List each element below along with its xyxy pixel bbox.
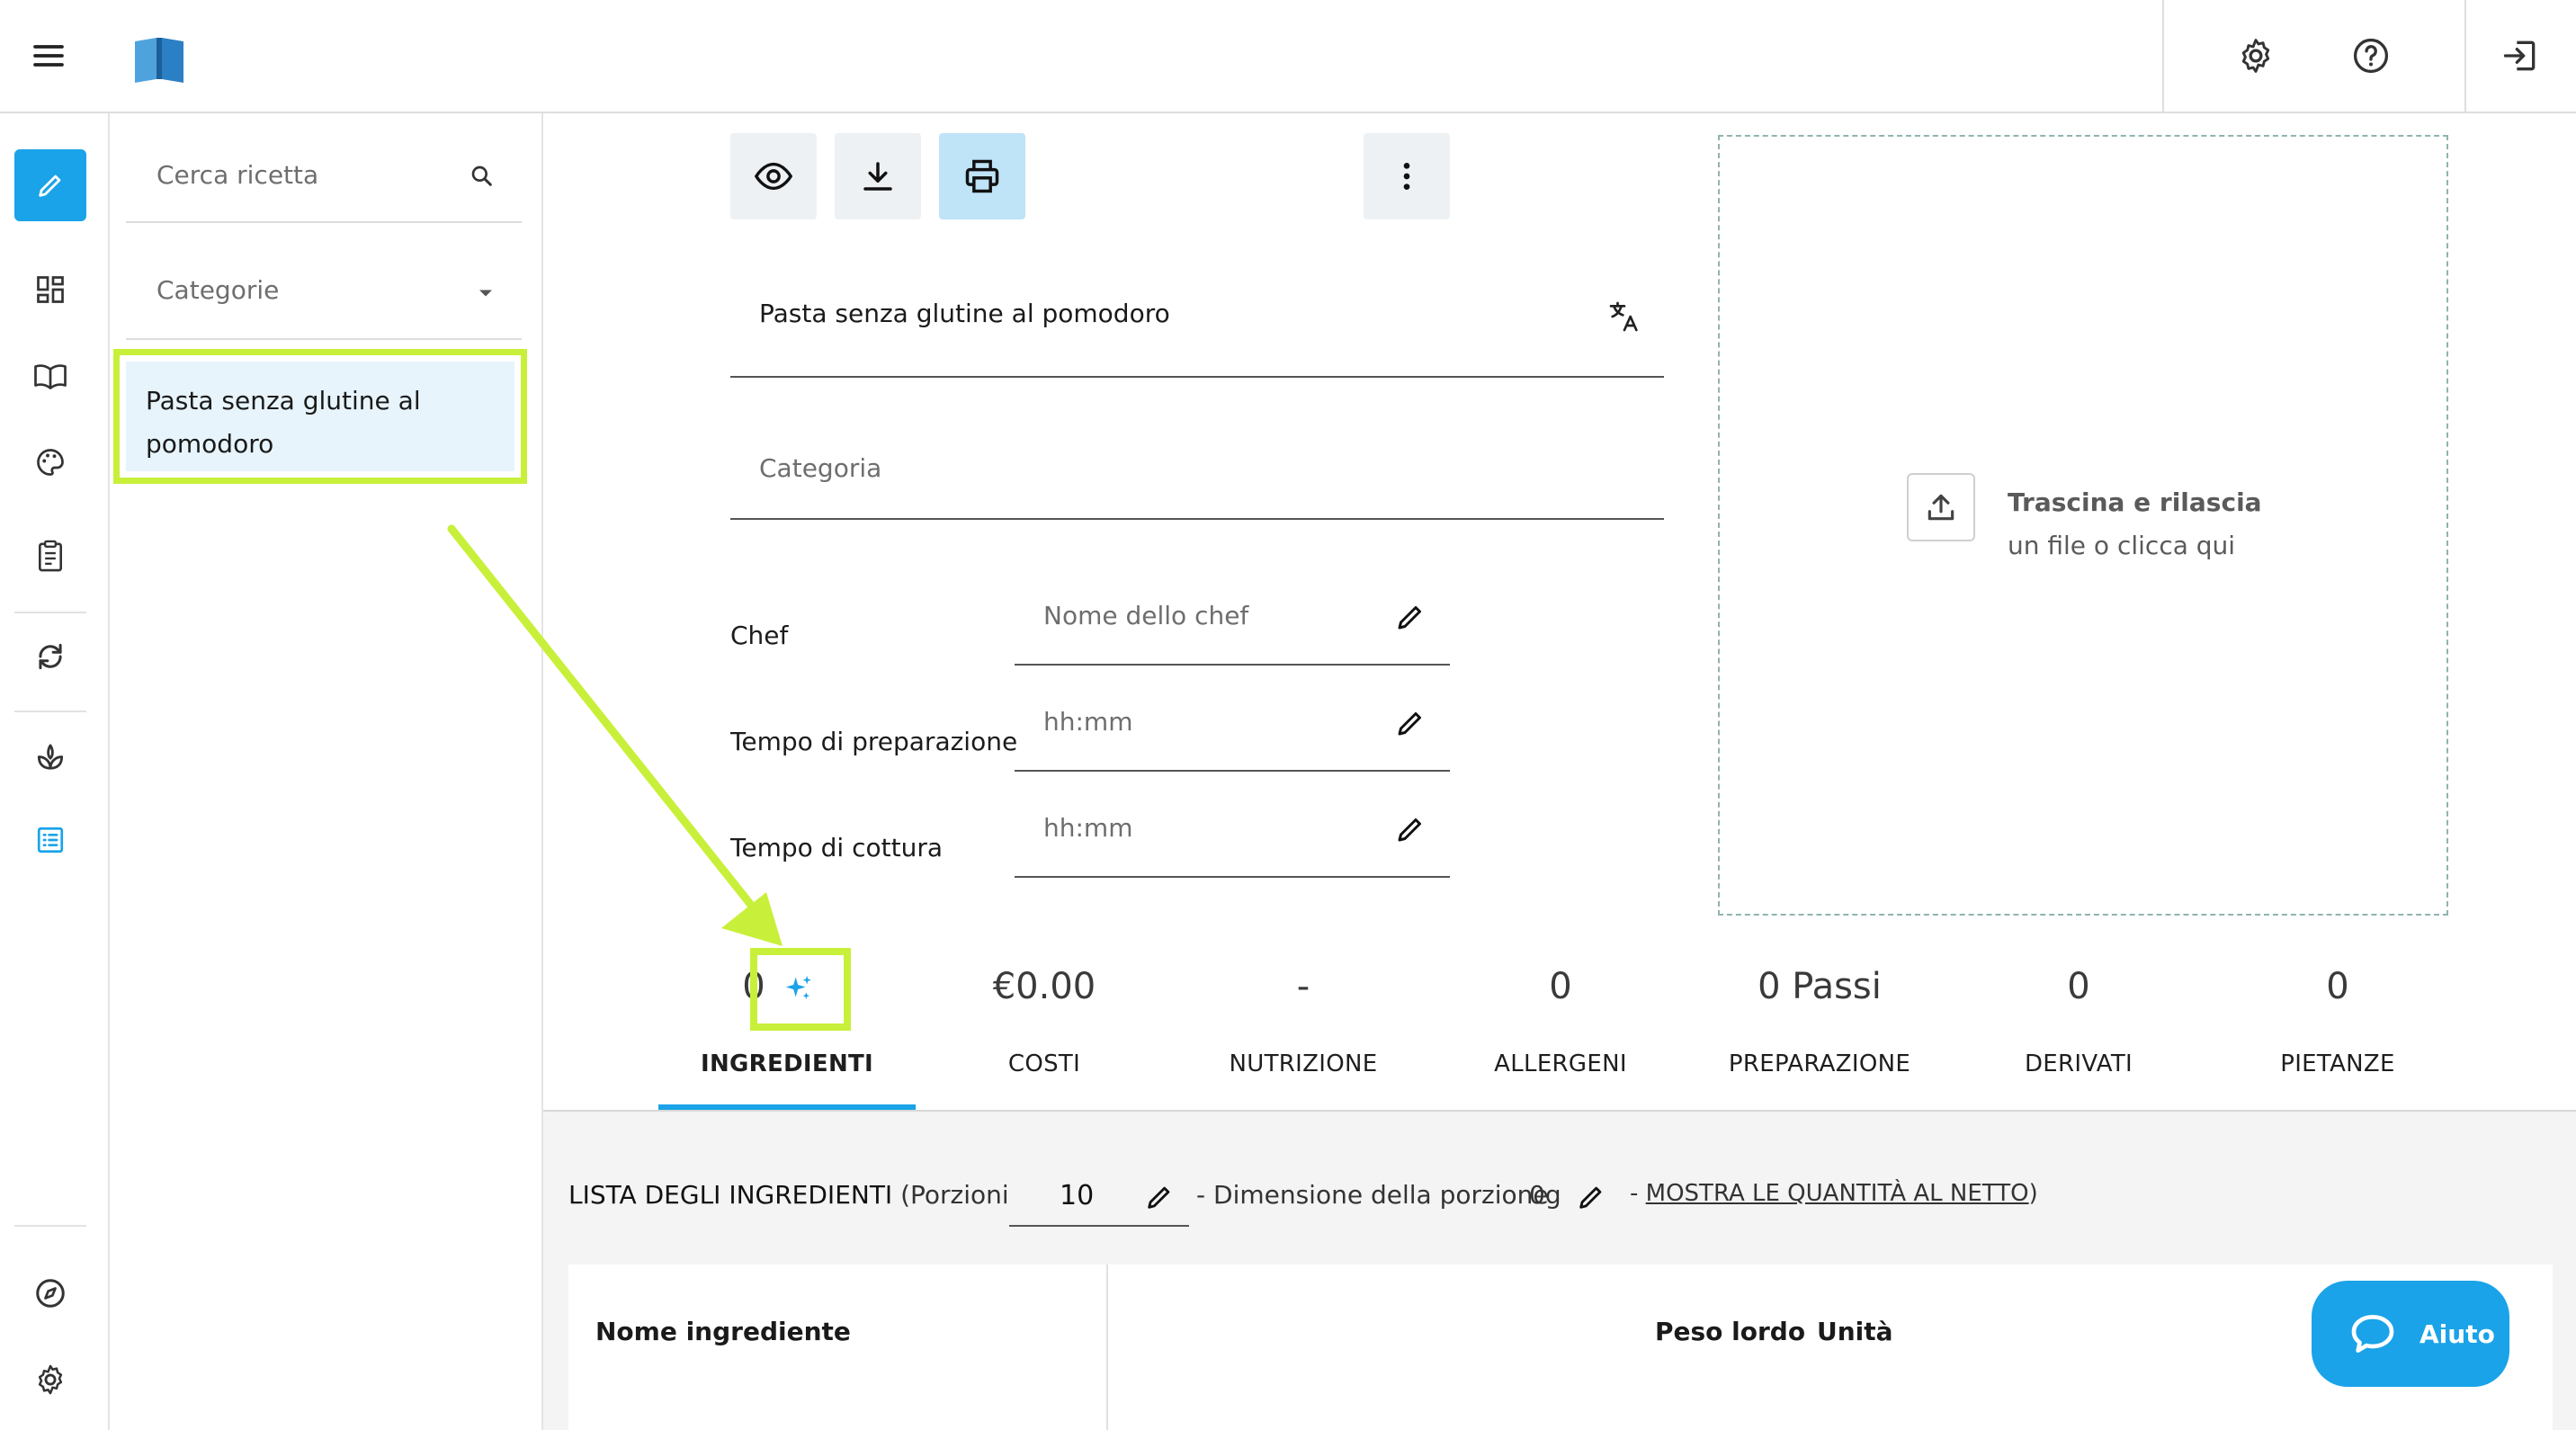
print-button[interactable] <box>939 133 1025 219</box>
chat-bubble-icon <box>2348 1309 2398 1359</box>
portion-size-label: - Dimensione della porzione <box>1196 1180 1549 1210</box>
pencil-icon[interactable] <box>1576 1182 1606 1212</box>
portions-input[interactable]: 10 <box>1009 1164 1189 1227</box>
more-vertical-icon <box>1389 158 1425 194</box>
upload-icon <box>1907 473 1975 541</box>
derived-value: 0 <box>2067 966 2090 1007</box>
search-icon[interactable] <box>468 162 496 191</box>
allergens-value: 0 <box>1549 966 1572 1007</box>
side-rail <box>0 113 110 1430</box>
tab-derived[interactable]: DERIVATI <box>1948 1050 2209 1077</box>
compass-icon[interactable] <box>14 1257 86 1329</box>
tab-ingredients[interactable]: INGREDIENTI <box>657 1050 917 1077</box>
book-icon[interactable] <box>14 340 86 412</box>
tab-allergens[interactable]: ALLERGENI <box>1430 1050 1691 1077</box>
download-icon <box>859 157 897 195</box>
dishes-value: 0 <box>2326 966 2349 1007</box>
costs-value: €0.00 <box>992 966 1096 1007</box>
pencil-icon[interactable] <box>1144 1182 1175 1212</box>
chevron-down-icon[interactable] <box>473 281 498 306</box>
top-bar <box>0 0 2576 113</box>
book-logo-icon[interactable] <box>131 34 187 85</box>
dashboard-icon[interactable] <box>14 254 86 326</box>
category-input[interactable]: Categoria <box>759 453 881 483</box>
prep-time-input[interactable]: hh:mm <box>1043 707 1132 737</box>
chef-label: Chef <box>730 621 789 650</box>
help-button[interactable]: Aiuto <box>2312 1281 2509 1387</box>
col-unit: Unità <box>1817 1317 1893 1346</box>
list-icon[interactable] <box>14 804 86 876</box>
help-circle-icon[interactable] <box>2351 36 2391 76</box>
ingredients-list-title: LISTA DEGLI INGREDIENTI (Porzioni <box>568 1180 1009 1210</box>
upload-subtitle: un file o clicca qui <box>2008 531 2236 560</box>
clipboard-icon[interactable] <box>14 520 86 592</box>
col-ingredient-name: Nome ingrediente <box>595 1317 851 1346</box>
nutrition-value: - <box>1296 966 1310 1007</box>
help-button-label: Aiuto <box>2419 1318 2495 1349</box>
category-select[interactable]: Categorie <box>157 275 279 305</box>
tab-preparation[interactable]: PREPARAZIONE <box>1689 1050 1950 1077</box>
recipe-list-item-label: Pasta senza glutine al pomodoro <box>146 386 421 459</box>
chef-input[interactable]: Nome dello chef <box>1043 601 1248 630</box>
ingredients-table <box>568 1265 2553 1430</box>
recipe-list-panel: Cerca ricetta Categorie Pasta senza glut… <box>110 113 543 1430</box>
palette-icon[interactable] <box>14 426 86 498</box>
cook-time-label: Tempo di cottura <box>730 833 944 862</box>
preparation-value: 0 Passi <box>1758 966 1882 1007</box>
pencil-icon[interactable] <box>1394 813 1427 845</box>
sync-icon[interactable] <box>14 621 86 693</box>
upload-title: Trascina e rilascia <box>2008 487 2262 517</box>
prep-time-label: Tempo di preparazione <box>730 727 1018 756</box>
show-net-quantities-link[interactable]: MOSTRA LE QUANTITÀ AL NETTO <box>1646 1180 2029 1207</box>
ai-sparkle-icon[interactable] <box>781 971 817 1007</box>
recipe-name-input[interactable]: Pasta senza glutine al pomodoro <box>759 299 1170 328</box>
gear-icon[interactable] <box>2236 36 2276 76</box>
pencil-icon[interactable] <box>1394 707 1427 739</box>
logout-icon[interactable] <box>2500 36 2540 76</box>
upload-dropzone[interactable]: Trascina e rilascia un file o clicca qui <box>1718 135 2448 916</box>
net-quantities-row: - MOSTRA LE QUANTITÀ AL NETTO) <box>1630 1180 2038 1207</box>
pencil-icon[interactable] <box>1394 601 1427 633</box>
cook-time-input[interactable]: hh:mm <box>1043 813 1132 843</box>
plant-icon[interactable] <box>14 719 86 791</box>
col-gross-weight: Peso lordo <box>1655 1317 1806 1346</box>
pencil-edit-icon[interactable] <box>14 149 86 221</box>
recipe-search-input[interactable]: Cerca ricetta <box>157 160 318 190</box>
more-options-button[interactable] <box>1364 133 1450 219</box>
tab-dishes[interactable]: PIETANZE <box>2207 1050 2468 1077</box>
portion-size-value: 0g <box>1529 1180 1561 1210</box>
hamburger-menu-icon[interactable] <box>31 38 67 74</box>
view-button[interactable] <box>730 133 817 219</box>
recipe-list-item[interactable]: Pasta senza glutine al pomodoro <box>126 362 514 471</box>
download-button[interactable] <box>835 133 921 219</box>
translate-icon[interactable] <box>1606 299 1642 335</box>
tab-costs[interactable]: COSTI <box>914 1050 1175 1077</box>
printer-icon <box>962 156 1002 196</box>
gear-icon[interactable] <box>14 1344 86 1416</box>
eye-icon <box>753 156 794 197</box>
tab-nutrition[interactable]: NUTRIZIONE <box>1173 1050 1434 1077</box>
